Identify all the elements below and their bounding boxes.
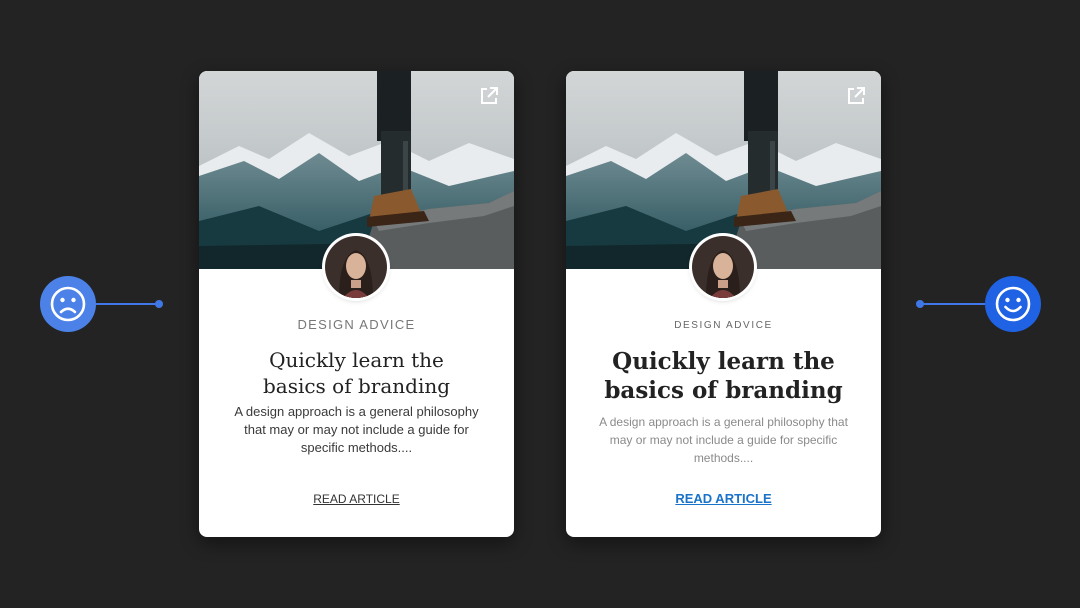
- article-title-line-1: Quickly learn the: [269, 348, 444, 372]
- author-avatar: [325, 236, 387, 298]
- sad-connector-line: [96, 303, 158, 305]
- read-article-link[interactable]: READ ARTICLE: [313, 492, 399, 506]
- article-description: A design approach is a general philosoph…: [599, 415, 848, 465]
- article-title: Quickly learn the basics of branding: [199, 347, 514, 399]
- article-title-line-2: basics of branding: [604, 377, 843, 404]
- read-article-link-wrapper: READ ARTICLE: [566, 491, 881, 506]
- sad-connector-dot: [155, 300, 163, 308]
- sad-face-icon: [40, 276, 96, 332]
- read-article-link-wrapper: READ ARTICLE: [199, 492, 514, 506]
- article-card-good[interactable]: DESIGN ADVICE Quickly learn the basics o…: [566, 71, 881, 537]
- article-description: A design approach is a general philosoph…: [234, 404, 479, 455]
- author-avatar: [692, 236, 754, 298]
- happy-connector-dot: [916, 300, 924, 308]
- article-category: DESIGN ADVICE: [297, 317, 416, 332]
- article-title-line-2: basics of branding: [262, 374, 451, 398]
- external-link-icon[interactable]: [845, 85, 867, 107]
- external-link-icon[interactable]: [478, 85, 500, 107]
- article-title: Quickly learn the basics of branding: [566, 347, 881, 405]
- article-title-line-1: Quickly learn the: [612, 348, 835, 375]
- article-card-bad[interactable]: DESIGN ADVICE Quickly learn the basics o…: [199, 71, 514, 537]
- happy-face-icon: [985, 276, 1041, 332]
- read-article-link[interactable]: READ ARTICLE: [675, 491, 771, 506]
- happy-connector-line: [922, 303, 985, 305]
- article-category: DESIGN ADVICE: [674, 320, 773, 331]
